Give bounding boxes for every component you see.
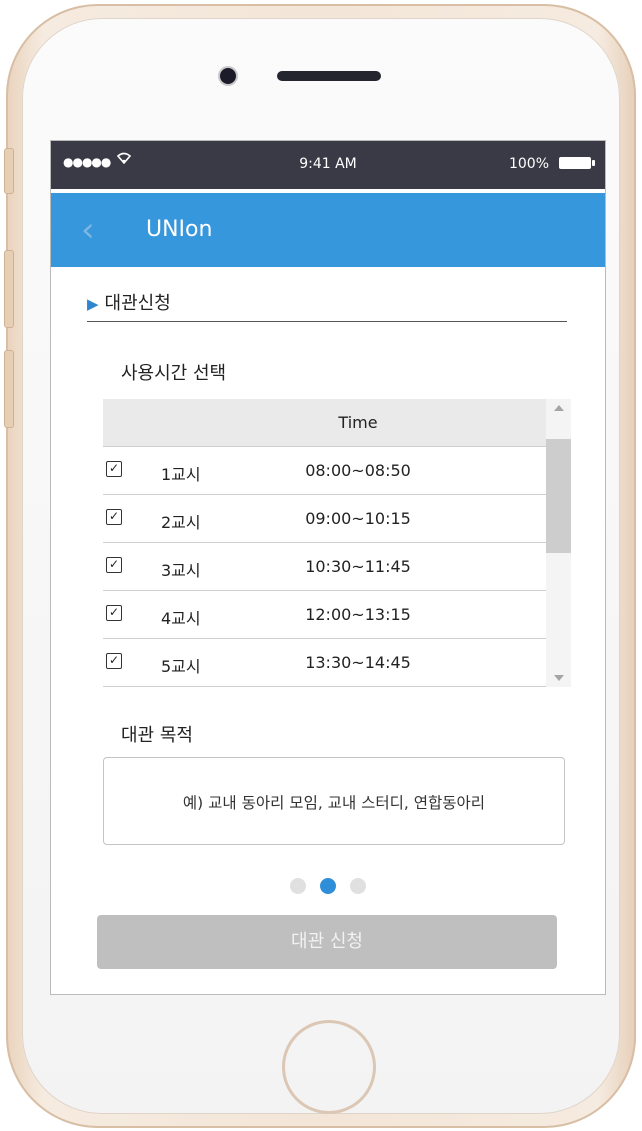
checkbox-5[interactable]: ✓ [106, 653, 122, 669]
scrollbar-thumb[interactable] [546, 439, 571, 553]
period-label: 4교시 [161, 609, 201, 628]
table-row: ✓ 5교시 13:30~14:45 [103, 639, 546, 687]
period-label: 1교시 [161, 465, 201, 484]
app-title: UNIon [146, 217, 213, 242]
scroll-up-icon[interactable] [554, 405, 564, 411]
battery-percent: 100% [508, 156, 549, 172]
time-table: Time ✓ 1교시 08:00~08:50 ✓ 2교시 09:00~10:15… [103, 399, 571, 687]
page-dot-2[interactable] [320, 878, 336, 894]
scrollbar[interactable] [546, 399, 571, 687]
status-bar: ●●●●● 9:41 AM 100% [51, 141, 605, 189]
period-time: 09:00~10:15 [305, 509, 411, 528]
table-header: Time [103, 399, 546, 447]
checkbox-4[interactable]: ✓ [106, 605, 122, 621]
scroll-down-icon[interactable] [554, 675, 564, 681]
pagination-dots [51, 878, 605, 898]
period-label: 2교시 [161, 513, 201, 532]
period-label: 3교시 [161, 561, 201, 580]
checkbox-2[interactable]: ✓ [106, 509, 122, 525]
section-header: ▶ 대관신청 [87, 289, 171, 315]
period-time: 08:00~08:50 [305, 461, 411, 480]
checkbox-1[interactable]: ✓ [106, 461, 122, 477]
purpose-input[interactable]: 예) 교내 동아리 모임, 교내 스터디, 연합동아리 [103, 757, 565, 845]
purpose-section-title: 대관 목적 [121, 725, 193, 746]
purpose-placeholder: 예) 교내 동아리 모임, 교내 스터디, 연합동아리 [182, 794, 486, 812]
period-time: 13:30~14:45 [305, 653, 411, 672]
camera-icon [220, 68, 236, 84]
app-bar: ‹ UNIon [51, 193, 605, 267]
speaker-grille [277, 71, 381, 81]
table-row: ✓ 2교시 09:00~10:15 [103, 495, 546, 543]
period-time: 10:30~11:45 [305, 557, 411, 576]
time-section-title: 사용시간 선택 [121, 363, 227, 384]
table-row: ✓ 4교시 12:00~13:15 [103, 591, 546, 639]
period-time: 12:00~13:15 [305, 605, 411, 624]
column-header-time: Time [338, 413, 378, 432]
screen: ●●●●● 9:41 AM 100% ‹ UNIon ▶ 대관신청 사용시간 선택… [50, 140, 606, 995]
page-dot-1[interactable] [290, 878, 306, 894]
period-label: 5교시 [161, 657, 201, 676]
back-chevron-icon[interactable]: ‹ [81, 213, 95, 247]
submit-button[interactable]: 대관 신청 [97, 915, 557, 969]
battery-icon [559, 157, 595, 169]
table-row: ✓ 3교시 10:30~11:45 [103, 543, 546, 591]
table-row: ✓ 1교시 08:00~08:50 [103, 447, 546, 495]
page-dot-3[interactable] [350, 878, 366, 894]
section-title: 대관신청 [104, 293, 171, 314]
checkbox-3[interactable]: ✓ [106, 557, 122, 573]
triangle-right-icon: ▶ [87, 295, 99, 313]
home-button[interactable] [282, 1020, 376, 1114]
section-divider [87, 321, 567, 322]
